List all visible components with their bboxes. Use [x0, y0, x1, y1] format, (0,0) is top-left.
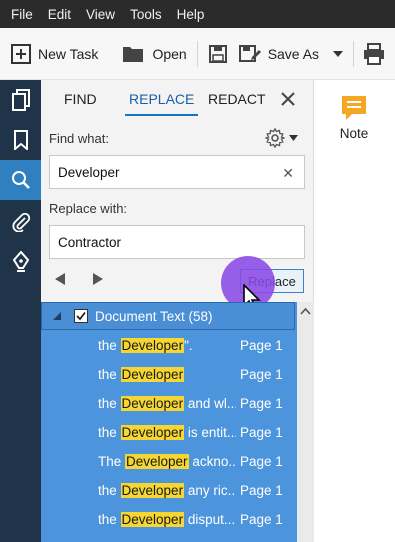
save-as-button[interactable]: Save As: [238, 28, 319, 79]
save-as-dropdown[interactable]: [333, 28, 344, 79]
previous-result-icon[interactable]: [55, 273, 65, 285]
result-row[interactable]: the Developer any ric... Page 1: [41, 477, 295, 506]
result-page: Page 1: [240, 338, 283, 353]
tab-redact[interactable]: REDACT: [208, 80, 266, 118]
gear-icon: [265, 128, 285, 148]
pen-nib-icon: [12, 251, 29, 272]
replace-with-input[interactable]: Contractor: [49, 225, 305, 259]
result-match: Developer: [120, 367, 185, 382]
result-text-after: ".: [184, 338, 193, 353]
results-scrollbar[interactable]: [297, 302, 314, 542]
result-match: Developer: [120, 512, 185, 527]
bookmarks-rail-button[interactable]: [0, 120, 41, 160]
note-label: Note: [339, 126, 369, 141]
result-text-before: the: [98, 338, 121, 353]
result-row[interactable]: the Developer is entit... Page 1: [41, 419, 295, 448]
save-button[interactable]: [208, 28, 228, 79]
menu-edit[interactable]: Edit: [48, 7, 71, 22]
result-page: Page 1: [240, 512, 283, 527]
find-what-label: Find what:: [49, 131, 109, 146]
replace-with-label: Replace with:: [49, 201, 128, 216]
signatures-rail-button[interactable]: [0, 242, 41, 282]
open-button[interactable]: Open: [122, 28, 187, 79]
print-icon: [364, 42, 385, 65]
result-text-before: the: [98, 367, 121, 382]
result-text-after: is entit...: [184, 425, 236, 440]
save-as-label: Save As: [267, 45, 320, 62]
toolbar-separator: [353, 40, 355, 67]
results-group-header[interactable]: Document Text (58): [41, 302, 295, 330]
save-icon: [208, 44, 227, 63]
menu-file[interactable]: File: [11, 7, 33, 22]
result-text-after: disput...: [184, 512, 236, 527]
paperclip-icon: [11, 212, 30, 232]
open-label: Open: [152, 45, 187, 62]
new-task-button[interactable]: New Task: [10, 28, 98, 79]
pages-rail-button[interactable]: [0, 80, 41, 120]
search-rail-button[interactable]: [0, 160, 41, 200]
result-match: Developer: [120, 483, 185, 498]
result-text-before: the: [98, 425, 121, 440]
result-text-before: the: [98, 512, 121, 527]
result-match: Developer: [125, 454, 189, 469]
menu-help[interactable]: Help: [177, 7, 205, 22]
save-as-icon: [238, 44, 261, 62]
tab-find[interactable]: FIND: [64, 80, 97, 118]
result-page: Page 1: [240, 454, 283, 469]
result-row[interactable]: the Developer and wl... Page 1: [41, 390, 295, 419]
result-row[interactable]: The Developer ackno... Page 1: [41, 448, 295, 477]
result-page: Page 1: [240, 396, 283, 411]
result-text-after: and wl...: [184, 396, 236, 411]
left-rail: [0, 80, 41, 542]
result-match: Developer: [120, 338, 185, 353]
result-page: Page 1: [240, 483, 283, 498]
folder-icon: [123, 46, 144, 62]
replace-with-value: Contractor: [58, 234, 122, 250]
result-match: Developer: [120, 396, 185, 411]
close-panel-icon[interactable]: [278, 89, 298, 109]
caret-down-icon: [289, 135, 298, 141]
panel-tabs: FIND REPLACE REDACT: [41, 80, 314, 118]
result-text-before: The: [98, 454, 126, 469]
checkbox-checked-icon[interactable]: [74, 309, 88, 323]
result-text-after: any ric...: [184, 483, 236, 498]
clear-find-icon[interactable]: ✕: [282, 165, 294, 182]
note-icon: [342, 96, 366, 120]
result-text-before: the: [98, 483, 121, 498]
scroll-up-icon[interactable]: [297, 304, 314, 320]
result-text-before: the: [98, 396, 121, 411]
pages-icon: [11, 89, 30, 111]
document-pane: Note: [314, 80, 395, 542]
menu-bar: File Edit View Tools Help: [0, 0, 395, 28]
toolbar: New Task Open Save As: [0, 28, 395, 80]
find-what-input[interactable]: Developer ✕: [49, 155, 305, 189]
menu-tools[interactable]: Tools: [130, 7, 162, 22]
attachments-rail-button[interactable]: [0, 202, 41, 242]
next-result-icon[interactable]: [93, 273, 103, 285]
find-replace-panel: FIND REPLACE REDACT Find what: Developer…: [41, 80, 314, 542]
result-navigation: [55, 273, 103, 285]
toolbar-separator: [196, 40, 198, 67]
result-row[interactable]: the Developer". Page 1: [41, 332, 295, 361]
collapse-triangle-icon[interactable]: [53, 312, 61, 320]
result-text-after: ackno...: [188, 454, 236, 469]
result-page: Page 1: [240, 425, 283, 440]
new-task-label: New Task: [38, 45, 99, 62]
result-match: Developer: [120, 425, 185, 440]
find-what-value: Developer: [58, 164, 120, 180]
result-page: Page 1: [240, 367, 283, 382]
note-button[interactable]: Note: [334, 94, 374, 141]
search-icon: [11, 171, 30, 189]
menu-view[interactable]: View: [86, 7, 115, 22]
results-list: Document Text (58) the Developer". Page …: [41, 302, 314, 542]
caret-down-icon: [333, 50, 344, 57]
tab-replace[interactable]: REPLACE: [124, 80, 199, 118]
search-options-button[interactable]: [265, 128, 298, 148]
result-row[interactable]: the Developer disput... Page 1: [41, 506, 295, 535]
results-group-label: Document Text (58): [95, 308, 213, 324]
result-row[interactable]: the Developer Page 1: [41, 361, 295, 390]
bookmark-icon: [13, 130, 28, 150]
new-task-icon: [11, 43, 31, 64]
print-button[interactable]: [364, 28, 385, 79]
